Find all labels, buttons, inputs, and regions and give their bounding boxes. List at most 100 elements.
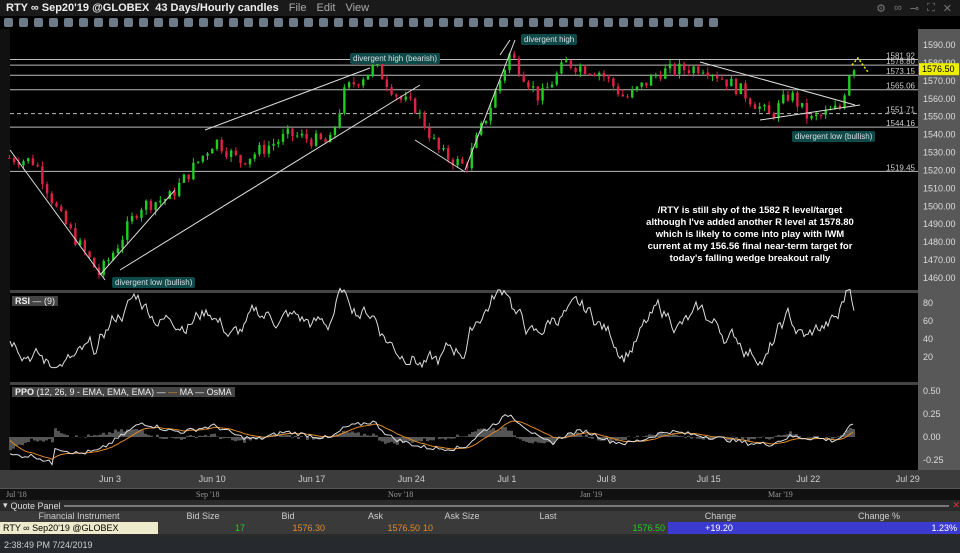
toolbar-tool-icon[interactable]: [709, 18, 718, 27]
osma-bar: [93, 435, 96, 437]
close-panel-icon[interactable]: ✕: [952, 500, 960, 511]
toolbar-tool-icon[interactable]: [199, 18, 208, 27]
osma-bar: [528, 437, 531, 443]
price-axis-label: 1570.00: [923, 76, 956, 86]
toolbar-tool-icon[interactable]: [619, 18, 628, 27]
candle-body: [229, 150, 233, 157]
osma-bar: [159, 437, 162, 439]
osma-bar: [516, 437, 519, 439]
osma-bar: [684, 437, 687, 438]
toolbar-tool-icon[interactable]: [109, 18, 118, 27]
candle-body: [182, 174, 186, 183]
toolbar-tool-icon[interactable]: [589, 18, 598, 27]
toolbar-tool-icon[interactable]: [154, 18, 163, 27]
toolbar-tool-icon[interactable]: [184, 18, 193, 27]
toolbar-tool-icon[interactable]: [274, 18, 283, 27]
toolbar-tool-icon[interactable]: [514, 18, 523, 27]
osma-bar: [237, 437, 240, 441]
timeframe-selector[interactable]: 43 Days/Hourly candles: [155, 2, 279, 14]
toolbar-tool-icon[interactable]: [454, 18, 463, 27]
scrollbar-label: Nov '18: [388, 490, 414, 499]
quote-row[interactable]: RTY ∞ Sep20'19 @GLOBEX 17 1576.30 1576.5…: [0, 522, 960, 534]
toolbar-tool-icon[interactable]: [634, 18, 643, 27]
collapse-icon[interactable]: ▾: [3, 500, 8, 511]
toolbar-tool-icon[interactable]: [259, 18, 268, 27]
toolbar-tool-icon[interactable]: [469, 18, 478, 27]
toolbar-tool-icon[interactable]: [214, 18, 223, 27]
toolbar-tool-icon[interactable]: [169, 18, 178, 27]
toolbar-tool-icon[interactable]: [544, 18, 553, 27]
toolbar-tool-icon[interactable]: [499, 18, 508, 27]
toolbar-tool-icon[interactable]: [4, 18, 13, 27]
osma-bar: [222, 437, 225, 439]
toolbar-tool-icon[interactable]: [424, 18, 433, 27]
header-instrument: Financial Instrument: [38, 511, 120, 521]
osma-bar: [462, 436, 465, 437]
toolbar-tool-icon[interactable]: [229, 18, 238, 27]
toolbar-tool-icon[interactable]: [364, 18, 373, 27]
toolbar-tool-icon[interactable]: [334, 18, 343, 27]
toolbar-tool-icon[interactable]: [529, 18, 538, 27]
osma-bar: [213, 433, 216, 437]
toolbar-tool-icon[interactable]: [289, 18, 298, 27]
osma-bar: [201, 435, 204, 437]
toolbar-tool-icon[interactable]: [394, 18, 403, 27]
osma-bar: [87, 434, 90, 437]
toolbar-tool-icon[interactable]: [49, 18, 58, 27]
toolbar-tool-icon[interactable]: [679, 18, 688, 27]
date-label: Jul 1: [497, 474, 517, 484]
pin-icon[interactable]: ⊸: [910, 2, 919, 15]
cell-ask: 1576.50: [387, 523, 420, 533]
toolbar-tool-icon[interactable]: [94, 18, 103, 27]
osma-bar: [438, 437, 441, 440]
candle-body: [36, 164, 39, 167]
toolbar-tool-icon[interactable]: [649, 18, 658, 27]
toolbar-tool-icon[interactable]: [409, 18, 418, 27]
price-axis-label: 1590.00: [923, 40, 956, 50]
candle-body: [206, 153, 209, 156]
toolbar-tool-icon[interactable]: [124, 18, 133, 27]
menu-file[interactable]: File: [289, 2, 307, 14]
candle-body: [673, 63, 676, 74]
toolbar-tool-icon[interactable]: [79, 18, 88, 27]
link-icon[interactable]: ∞: [894, 2, 902, 15]
osma-bar: [543, 437, 546, 444]
toolbar-tool-icon[interactable]: [64, 18, 73, 27]
toolbar-tool-icon[interactable]: [664, 18, 673, 27]
candle-body: [649, 75, 653, 86]
toolbar-tool-icon[interactable]: [349, 18, 358, 27]
osma-bar: [51, 437, 54, 443]
cell-instrument[interactable]: RTY ∞ Sep20'19 @GLOBEX: [0, 522, 158, 534]
toolbar-tool-icon[interactable]: [559, 18, 568, 27]
settings-icon[interactable]: ⚙: [876, 2, 886, 15]
candle-body: [314, 133, 318, 146]
toolbar-tool-icon[interactable]: [574, 18, 583, 27]
toolbar-tool-icon[interactable]: [439, 18, 448, 27]
menu-edit[interactable]: Edit: [317, 2, 336, 14]
osma-bar: [60, 433, 63, 437]
toolbar-tool-icon[interactable]: [19, 18, 28, 27]
menu-view[interactable]: View: [345, 2, 369, 14]
toolbar-tool-icon[interactable]: [139, 18, 148, 27]
close-icon[interactable]: ✕: [943, 2, 952, 15]
candle-body: [413, 98, 417, 114]
toolbar-tool-icon[interactable]: [319, 18, 328, 27]
candle-body: [253, 154, 256, 159]
toolbar-tool-icon[interactable]: [379, 18, 388, 27]
cell-change-pct: 1.23%: [773, 522, 960, 534]
toolbar-tool-icon[interactable]: [694, 18, 703, 27]
osma-bar: [102, 432, 105, 437]
timeline-scrollbar[interactable]: Jul '18 Sep '18 Nov '18 Jan '19 Mar '19: [0, 488, 960, 500]
toolbar-tool-icon[interactable]: [244, 18, 253, 27]
toolbar-tool-icon[interactable]: [34, 18, 43, 27]
symbol-selector[interactable]: RTY ∞ Sep20'19 @GLOBEX: [6, 2, 149, 14]
candle-body: [432, 137, 436, 139]
toolbar-tool-icon[interactable]: [604, 18, 613, 27]
osma-bar: [306, 437, 309, 440]
maximize-icon[interactable]: ⛶: [927, 2, 935, 15]
level-label: 1544.16: [886, 119, 915, 128]
candle-body: [815, 114, 818, 116]
toolbar-tool-icon[interactable]: [304, 18, 313, 27]
toolbar-tool-icon[interactable]: [484, 18, 493, 27]
candle-body: [277, 141, 280, 144]
